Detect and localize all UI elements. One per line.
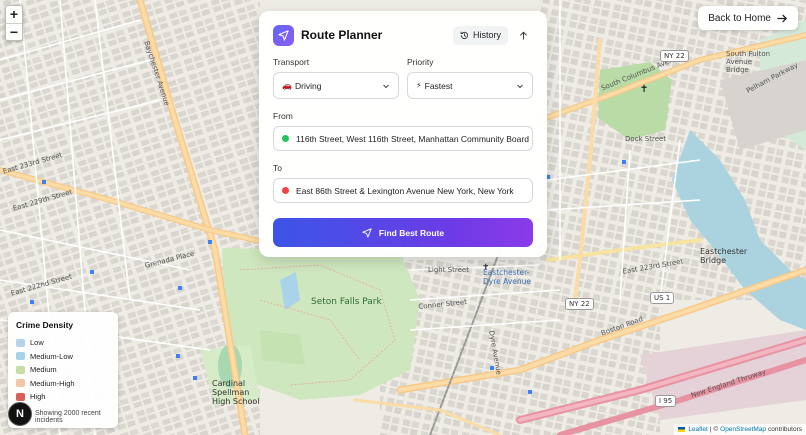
svg-text:✝: ✝	[640, 84, 648, 95]
transport-field: Transport 🚗 Driving	[273, 57, 399, 99]
legend-swatch	[16, 392, 25, 401]
back-to-home-label: Back to Home	[708, 12, 771, 24]
map-attribution: Leaflet | © OpenStreetMap contributors	[674, 424, 806, 435]
history-label: History	[472, 30, 501, 40]
legend-swatch	[16, 379, 25, 388]
zoom-out-button[interactable]: −	[6, 23, 22, 40]
legend-label: High	[30, 392, 46, 402]
from-field: From 116th Street, West 116th Street, Ma…	[273, 111, 533, 151]
shield-us1: US 1	[650, 292, 675, 304]
legend-title: Crime Density	[16, 320, 74, 330]
back-to-home-button[interactable]: Back to Home	[698, 6, 798, 30]
navigation-icon	[273, 24, 294, 46]
legend-label: Low	[30, 338, 44, 348]
legend-label: Medium-Low	[30, 351, 73, 361]
label-eastchester-dyre: Eastchester-Dyre Avenue	[483, 268, 531, 286]
panel-header: Route Planner History	[273, 24, 533, 46]
find-best-route-label: Find Best Route	[378, 227, 445, 238]
legend-label: Medium	[30, 365, 57, 375]
car-icon: 🚗	[282, 81, 292, 90]
priority-select[interactable]: ⚡ Fastest	[407, 72, 533, 99]
from-label: From	[273, 111, 293, 121]
attribution-contributors: contributors	[768, 426, 802, 433]
label-seton-falls: Seton Falls Park	[311, 297, 382, 307]
zoom-in-button[interactable]: +	[6, 6, 22, 23]
to-field: To East 86th Street & Lexington Avenue N…	[273, 163, 533, 203]
shield-i95: I 95	[655, 395, 677, 407]
ukraine-flag-icon	[678, 427, 686, 432]
arrow-up-icon	[520, 31, 527, 40]
legend-item: Medium-Low	[16, 350, 110, 364]
legend-item: Low	[16, 336, 110, 350]
label-dock-street: Dock Street	[625, 135, 667, 143]
arrow-right-icon	[777, 14, 787, 22]
history-button[interactable]: History	[452, 25, 508, 45]
leaflet-link[interactable]: Leaflet	[688, 426, 708, 433]
shield-ny22-south: NY 22	[565, 298, 594, 310]
label-eastchester-bridge: Eastchester Bridge	[700, 247, 748, 265]
transport-label: Transport	[273, 57, 310, 67]
destination-dot-icon	[282, 187, 289, 194]
to-label: To	[273, 163, 282, 173]
legend-item: High	[16, 390, 110, 404]
priority-label: Priority	[407, 57, 434, 67]
from-input[interactable]: 116th Street, West 116th Street, Manhatt…	[273, 126, 533, 151]
chevron-down-icon	[517, 84, 523, 88]
legend-label: Medium-High	[30, 378, 75, 388]
label-south-fulton: South Fulton Avenue Bridge	[726, 50, 771, 74]
osm-link[interactable]: OpenStreetMap	[720, 426, 766, 433]
navigation-icon	[362, 227, 372, 238]
legend-swatch	[16, 352, 25, 361]
transport-value: Driving	[294, 80, 322, 91]
lightning-icon: ⚡	[416, 81, 422, 90]
legend-swatch	[16, 338, 25, 347]
zoom-control: + −	[5, 5, 23, 41]
history-icon	[460, 31, 469, 39]
to-input[interactable]: East 86th Street & Lexington Avenue New …	[273, 178, 533, 203]
to-value: East 86th Street & Lexington Avenue New …	[296, 185, 514, 196]
app-logo-button[interactable]: N	[8, 402, 32, 426]
attribution-separator: | ©	[709, 426, 719, 433]
panel-title: Route Planner	[301, 28, 383, 42]
legend-item: Medium-High	[16, 377, 110, 391]
label-cardinal-spellman: Cardinal Spellman High School	[212, 379, 260, 406]
priority-field: Priority ⚡ Fastest	[407, 57, 533, 99]
legend-item: Medium	[16, 363, 110, 377]
legend-swatch	[16, 365, 25, 374]
route-planner-panel: Route Planner History Transport 🚗 Drivin…	[259, 11, 547, 257]
collapse-button[interactable]	[514, 26, 533, 45]
shield-ny22-north: NY 22	[660, 50, 689, 62]
chevron-down-icon	[383, 84, 389, 88]
from-value: 116th Street, West 116th Street, Manhatt…	[296, 133, 533, 144]
label-light-street: Light Street	[428, 266, 469, 274]
priority-value: Fastest	[424, 80, 453, 91]
origin-dot-icon	[282, 135, 289, 142]
transport-select[interactable]: 🚗 Driving	[273, 72, 399, 99]
find-best-route-button[interactable]: Find Best Route	[273, 218, 533, 247]
